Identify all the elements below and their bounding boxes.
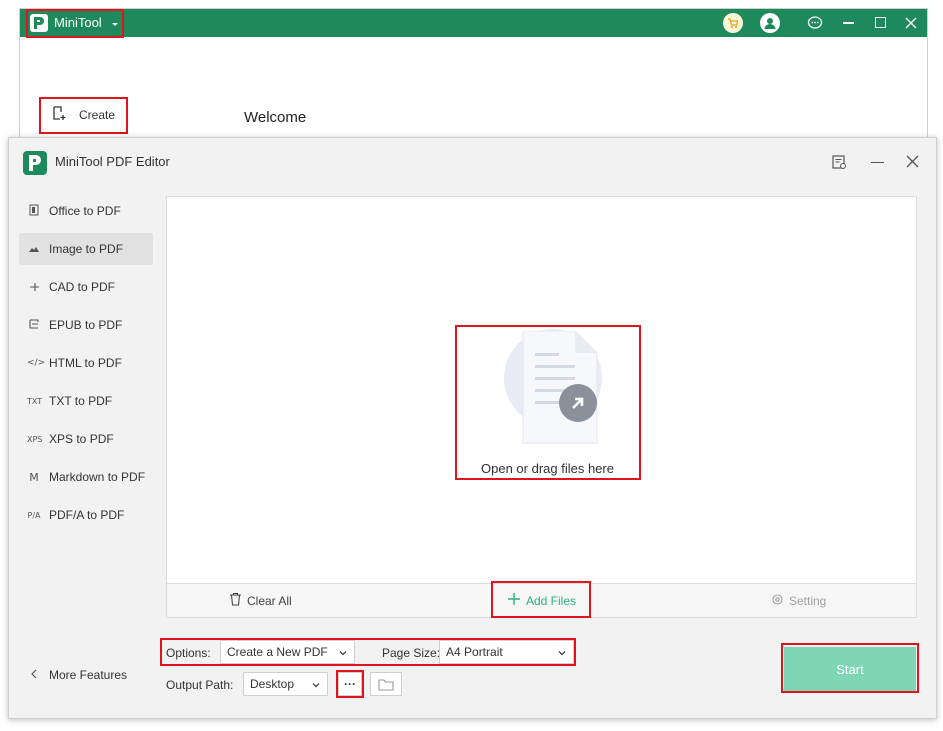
maximize-icon[interactable]	[875, 17, 886, 28]
back-titlebar: MiniTool	[20, 9, 927, 37]
highlight-browse-button	[336, 670, 364, 698]
chevron-down-icon	[311, 679, 321, 693]
sidebar-item-txt-to-pdf[interactable]: TXT TXT to PDF	[19, 385, 153, 417]
sidebar-item-label: EPUB to PDF	[49, 318, 123, 332]
sidebar-item-image-to-pdf[interactable]: Image to PDF	[19, 233, 153, 265]
pdfa-icon: P/A	[27, 510, 41, 520]
cad-icon	[27, 280, 41, 294]
setting-button[interactable]: Setting	[771, 584, 826, 617]
sidebar-item-label: CAD to PDF	[49, 280, 116, 294]
sidebar-item-epub-to-pdf[interactable]: EPUB to PDF	[19, 309, 153, 341]
office-icon	[27, 204, 41, 218]
minimize-icon[interactable]	[871, 162, 884, 164]
markdown-icon: M	[29, 470, 39, 484]
clear-all-button[interactable]: Clear All	[229, 584, 292, 617]
minimize-icon[interactable]	[843, 22, 854, 24]
highlight-dropzone	[455, 325, 641, 480]
sidebar-item-label: TXT to PDF	[49, 394, 113, 408]
close-icon[interactable]	[906, 155, 919, 173]
chat-icon[interactable]	[807, 15, 823, 36]
setting-label: Setting	[789, 593, 827, 608]
highlight-app-menu	[26, 9, 124, 38]
feedback-icon[interactable]	[831, 154, 847, 175]
sidebar-item-pdfa-to-pdf[interactable]: P/A PDF/A to PDF	[19, 499, 153, 531]
sidebar-item-cad-to-pdf[interactable]: CAD to PDF	[19, 271, 153, 303]
close-icon[interactable]	[905, 16, 917, 34]
sidebar: Office to PDF Image to PDF CAD to PDF EP…	[9, 186, 161, 720]
cart-icon[interactable]	[723, 13, 743, 33]
txt-icon: TXT	[27, 396, 43, 406]
sidebar-item-markdown-to-pdf[interactable]: M Markdown to PDF	[19, 461, 153, 493]
user-avatar-icon[interactable]	[760, 13, 780, 33]
output-path-dropdown[interactable]: Desktop	[243, 672, 328, 696]
sidebar-item-label: Image to PDF	[49, 242, 124, 256]
highlight-add-files	[491, 581, 591, 618]
highlight-start-button	[781, 643, 919, 693]
chevron-left-icon	[27, 669, 41, 681]
xps-icon: XPS	[27, 434, 43, 444]
sidebar-item-office-to-pdf[interactable]: Office to PDF	[19, 195, 153, 227]
output-path-label: Output Path:	[166, 678, 234, 692]
open-folder-button[interactable]	[370, 672, 402, 696]
folder-icon	[378, 678, 394, 691]
highlight-create	[39, 97, 128, 134]
sidebar-item-label: XPS to PDF	[49, 432, 114, 446]
epub-icon	[27, 318, 41, 332]
background-app-window: MiniTool Create Welcome	[19, 8, 928, 138]
highlight-options-row	[160, 638, 576, 666]
sidebar-item-label: PDF/A to PDF	[49, 508, 125, 522]
editor-titlebar: MiniTool PDF Editor	[9, 138, 936, 186]
output-path-value: Desktop	[250, 677, 295, 691]
image-icon	[27, 243, 41, 255]
clear-all-label: Clear All	[247, 593, 292, 608]
sidebar-item-xps-to-pdf[interactable]: XPS XPS to PDF	[19, 423, 153, 455]
welcome-heading: Welcome	[244, 109, 307, 126]
sidebar-item-label: Markdown to PDF	[49, 470, 146, 484]
sidebar-item-html-to-pdf[interactable]: </> HTML to PDF	[19, 347, 153, 379]
sidebar-item-label: Office to PDF	[49, 204, 121, 218]
trash-icon	[229, 592, 242, 609]
more-features-link[interactable]: More Features	[19, 659, 153, 691]
pdf-editor-logo-icon	[23, 151, 47, 175]
gear-icon	[771, 593, 784, 609]
pdf-editor-window: MiniTool PDF Editor Office to PDF Image …	[8, 137, 937, 719]
window-title: MiniTool PDF Editor	[55, 154, 170, 169]
html-icon: </>	[27, 358, 46, 368]
more-features-label: More Features	[49, 668, 128, 682]
sidebar-item-label: HTML to PDF	[49, 356, 122, 370]
